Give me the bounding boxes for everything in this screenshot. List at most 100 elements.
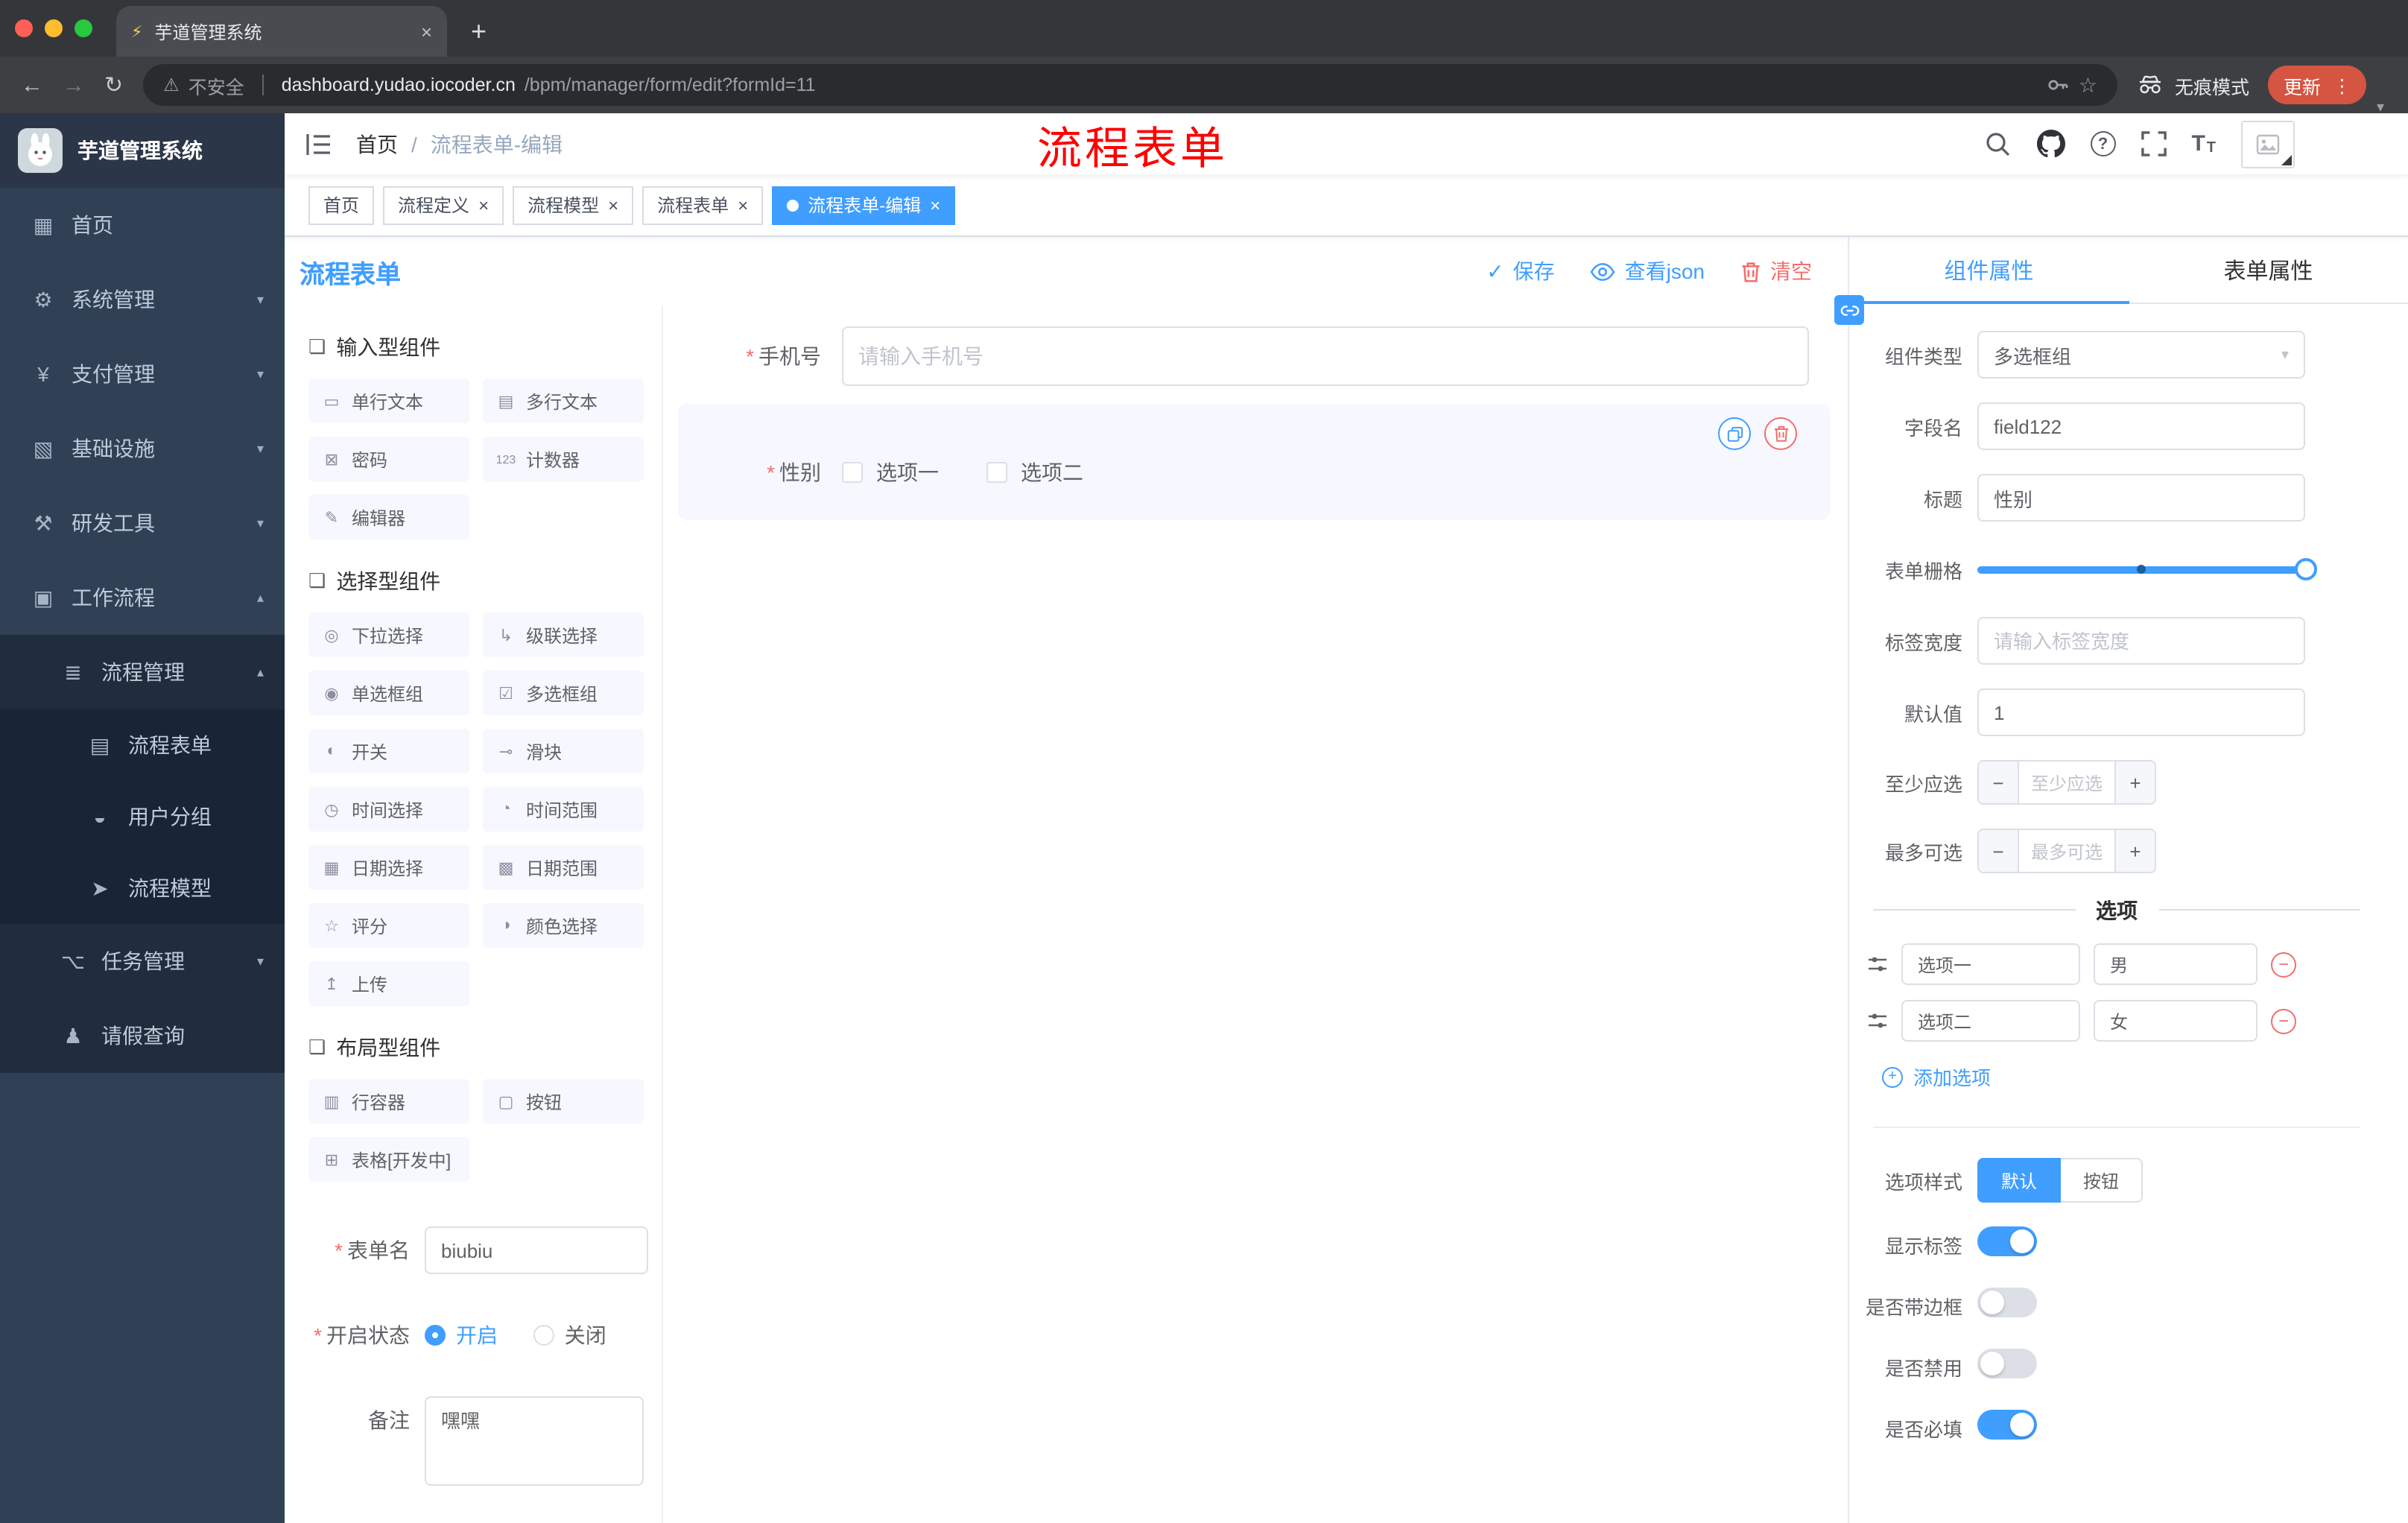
- title-input[interactable]: [1977, 474, 2305, 522]
- palette-item-radio-group[interactable]: ◉ 单选框组: [308, 671, 469, 715]
- help-icon[interactable]: ?: [2090, 131, 2116, 156]
- tag-process-form-edit[interactable]: 流程表单-编辑 ×: [772, 186, 956, 224]
- back-icon[interactable]: ←: [21, 72, 43, 98]
- disabled-switch[interactable]: [1977, 1349, 2037, 1378]
- sidebar-item-process-form[interactable]: ▤ 流程表单: [0, 709, 285, 781]
- browser-tab[interactable]: ⚡ 芋道管理系统 ×: [116, 6, 447, 57]
- sidebar-item-user-group[interactable]: ◒ 用户分组: [0, 781, 285, 852]
- palette-item-upload[interactable]: ↥ 上传: [308, 961, 469, 1006]
- palette-item-button[interactable]: ▢ 按钮: [483, 1079, 644, 1124]
- max-select-placeholder[interactable]: 最多可选: [2019, 830, 2114, 872]
- min-select-placeholder[interactable]: 至少应选: [2019, 762, 2114, 803]
- forward-icon[interactable]: →: [63, 72, 85, 98]
- status-off-radio[interactable]: 关闭: [533, 1311, 606, 1359]
- form-remark-textarea[interactable]: 嘿嘿: [425, 1396, 644, 1486]
- close-icon[interactable]: ×: [608, 194, 618, 215]
- palette-item-cascader[interactable]: ↳ 级联选择: [483, 612, 644, 657]
- drag-handle-icon[interactable]: [1867, 1012, 1888, 1030]
- palette-item-row-container[interactable]: ▥ 行容器: [308, 1079, 469, 1124]
- password-key-icon[interactable]: [2046, 73, 2070, 97]
- github-icon[interactable]: [2036, 130, 2065, 158]
- maximize-window-button[interactable]: [75, 19, 92, 37]
- close-icon[interactable]: ×: [738, 194, 748, 215]
- palette-item-time-range[interactable]: ◔ 时间范围: [483, 787, 644, 832]
- show-label-switch[interactable]: [1977, 1226, 2037, 1256]
- minimize-window-button[interactable]: [45, 19, 63, 37]
- tab-component-props[interactable]: 组件属性: [1849, 237, 2129, 304]
- drag-handle-icon[interactable]: [1867, 955, 1888, 973]
- tag-process-form[interactable]: 流程表单 ×: [642, 186, 764, 224]
- palette-item-time-picker[interactable]: ◷ 时间选择: [308, 787, 469, 832]
- close-window-button[interactable]: [15, 19, 33, 37]
- reload-icon[interactable]: ↻: [104, 72, 123, 98]
- security-label[interactable]: 不安全: [188, 71, 244, 99]
- avatar[interactable]: [2241, 120, 2295, 168]
- max-select-stepper[interactable]: − 最多可选 +: [1977, 829, 2156, 873]
- default-value-input[interactable]: [1977, 688, 2305, 736]
- palette-item-checkbox-group[interactable]: ☑ 多选框组: [483, 671, 644, 715]
- tag-home[interactable]: 首页: [308, 186, 375, 224]
- checkbox[interactable]: [842, 462, 863, 483]
- option-value-input[interactable]: [2094, 1000, 2258, 1042]
- sidebar-item-process-management[interactable]: ≣ 流程管理 ▴: [0, 635, 285, 709]
- new-tab-button[interactable]: +: [471, 16, 487, 48]
- sidebar-item-leave-query[interactable]: ♟ 请假查询: [0, 998, 285, 1073]
- sidebar-item-devtools[interactable]: ⚒ 研发工具 ▾: [0, 486, 285, 560]
- increase-button[interactable]: +: [2114, 830, 2155, 872]
- status-on-radio[interactable]: 开启: [425, 1311, 498, 1359]
- palette-item-switch[interactable]: ◐ 开关: [308, 729, 469, 773]
- delete-component-button[interactable]: [1764, 417, 1797, 450]
- clear-button[interactable]: 清空: [1740, 256, 1812, 286]
- sidebar-item-home[interactable]: ▦ 首页: [0, 188, 285, 262]
- sidebar-item-infrastructure[interactable]: ▧ 基础设施 ▾: [0, 411, 285, 486]
- remove-option-button[interactable]: −: [2271, 1008, 2296, 1033]
- component-type-select[interactable]: 多选框组 ▾: [1977, 331, 2305, 379]
- option-label-input[interactable]: [1901, 1000, 2080, 1042]
- address-bar[interactable]: ⚠ 不安全 dashboard.yudao.iocoder.cn /bpm/ma…: [142, 64, 2118, 106]
- increase-button[interactable]: +: [2114, 762, 2155, 803]
- breadcrumb-home[interactable]: 首页: [356, 129, 398, 159]
- close-icon[interactable]: ×: [478, 194, 489, 215]
- palette-item-table[interactable]: ⊞ 表格[开发中]: [308, 1137, 469, 1182]
- sidebar-item-task-management[interactable]: ⌥ 任务管理 ▾: [0, 924, 285, 998]
- required-switch[interactable]: [1977, 1410, 2037, 1440]
- palette-item-rate[interactable]: ☆ 评分: [308, 903, 469, 948]
- style-default-button[interactable]: 默认: [1977, 1158, 2062, 1203]
- fullscreen-icon[interactable]: [2141, 131, 2167, 156]
- style-button-button[interactable]: 按钮: [2061, 1158, 2144, 1203]
- field-name-input[interactable]: [1977, 402, 2305, 450]
- search-icon[interactable]: [1984, 130, 2011, 157]
- slider-handle[interactable]: [2295, 558, 2317, 580]
- link-badge[interactable]: [1834, 295, 1864, 325]
- remove-option-button[interactable]: −: [2271, 952, 2296, 977]
- palette-item-password[interactable]: ⊠ 密码: [308, 437, 469, 481]
- font-size-icon[interactable]: TT: [2191, 131, 2216, 156]
- tag-process-definition[interactable]: 流程定义 ×: [383, 186, 504, 224]
- palette-item-multi-line-text[interactable]: ▤ 多行文本: [483, 379, 644, 423]
- palette-item-date-picker[interactable]: ▦ 日期选择: [308, 845, 469, 890]
- palette-item-editor[interactable]: ✎ 编辑器: [308, 495, 469, 539]
- label-width-input[interactable]: [1977, 617, 2305, 665]
- option-label-input[interactable]: [1901, 943, 2080, 985]
- field-gender-selected[interactable]: * 性别 选项一 选项二: [678, 404, 1830, 520]
- add-option-button[interactable]: + 添加选项: [1882, 1063, 2369, 1091]
- sidebar-item-workflow[interactable]: ▣ 工作流程 ▴: [0, 560, 285, 635]
- field-phone[interactable]: * 手机号: [678, 326, 1830, 386]
- sidebar-item-process-model[interactable]: ➤ 流程模型: [0, 852, 285, 924]
- form-name-input[interactable]: [425, 1226, 648, 1274]
- min-select-stepper[interactable]: − 至少应选 +: [1977, 760, 2156, 805]
- gender-option-2[interactable]: 选项二: [986, 457, 1083, 487]
- copy-component-button[interactable]: [1718, 417, 1751, 450]
- checkbox[interactable]: [986, 462, 1007, 483]
- app-logo[interactable]: 芋道管理系统: [0, 113, 285, 188]
- browser-menu-icon[interactable]: ⋮: [2333, 74, 2351, 96]
- sidebar-item-system[interactable]: ⚙ 系统管理 ▾: [0, 262, 285, 337]
- palette-item-slider[interactable]: ⊸ 滑块: [483, 729, 644, 773]
- palette-item-single-line-text[interactable]: ▭ 单行文本: [308, 379, 469, 423]
- bookmark-star-icon[interactable]: ☆: [2079, 72, 2097, 98]
- window-controls[interactable]: [15, 19, 92, 37]
- close-tab-icon[interactable]: ×: [421, 20, 432, 42]
- palette-item-date-range[interactable]: ▩ 日期范围: [483, 845, 644, 890]
- drawing-board[interactable]: *手机号 *性别 选项一: [663, 305, 1848, 1523]
- decrease-button[interactable]: −: [1979, 762, 2019, 803]
